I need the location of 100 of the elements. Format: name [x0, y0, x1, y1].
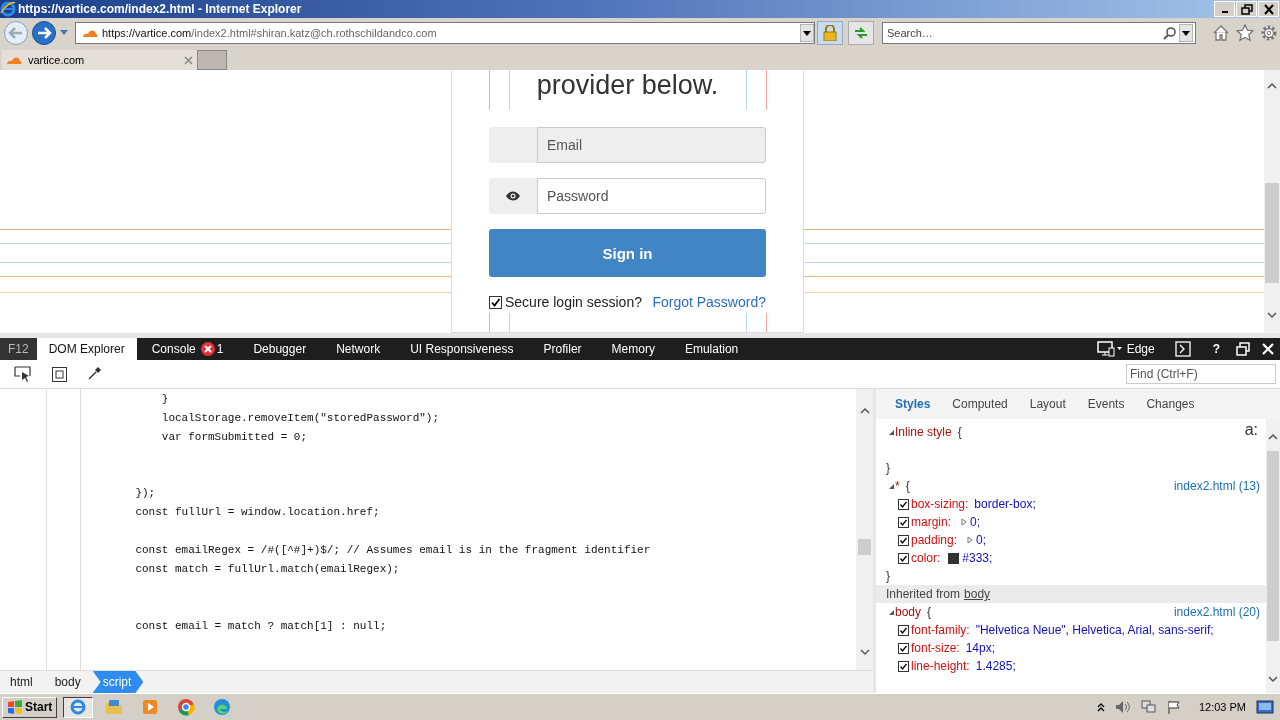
expand-triangle-icon[interactable]: [888, 428, 895, 436]
expand-triangle-icon[interactable]: [888, 608, 895, 616]
expand-triangle-icon[interactable]: [888, 482, 895, 490]
search-field[interactable]: Search…: [883, 27, 1163, 39]
browser-tab[interactable]: vartice.com: [2, 50, 197, 70]
tool-tab[interactable]: Profiler: [528, 338, 597, 360]
show-desktop-icon[interactable]: [1256, 700, 1274, 714]
speaker-icon[interactable]: [1114, 700, 1131, 714]
scroll-up-icon[interactable]: [859, 407, 870, 415]
compatibility-button[interactable]: [848, 21, 874, 45]
address-field[interactable]: https://vartice.com/index2.html#shiran.katz@ch.rothschildandco.com: [75, 22, 815, 44]
dropdown-icon[interactable]: [1179, 24, 1193, 42]
scroll-thumb[interactable]: [858, 539, 871, 555]
element-link[interactable]: body: [964, 587, 991, 601]
checkbox[interactable]: [898, 516, 909, 528]
css-selector: body: [895, 605, 922, 619]
show-password-button[interactable]: [489, 178, 537, 214]
restore-button[interactable]: [1236, 1, 1257, 17]
scroll-thumb[interactable]: [1267, 451, 1279, 641]
email-box[interactable]: Email: [537, 127, 766, 163]
tool-tab[interactable]: Debugger: [238, 338, 322, 360]
scroll-up-icon[interactable]: [1267, 82, 1277, 90]
scroll-down-icon[interactable]: [1267, 311, 1277, 319]
chrome-icon[interactable]: [177, 698, 196, 716]
state-toggle-button[interactable]: a:: [1244, 421, 1258, 439]
dropdown-icon[interactable]: [800, 24, 814, 42]
settings-icon[interactable]: [1260, 24, 1278, 42]
tool-tab[interactable]: Emulation: [669, 338, 754, 360]
window-title: https://vartice.com/index2.html - Internet Explorer: [18, 2, 303, 16]
search-box[interactable]: Search…: [882, 22, 1196, 44]
breadcrumb-item[interactable]: html: [0, 671, 45, 693]
tools-label: F12: [0, 338, 37, 360]
source-link[interactable]: index2.html (20): [1173, 605, 1266, 619]
scroll-thumb[interactable]: [1265, 183, 1279, 283]
brace: }: [885, 568, 891, 585]
scrollbar[interactable]: [1264, 70, 1280, 333]
expand-triangle-icon[interactable]: [961, 518, 967, 526]
property-name: line-height:: [911, 659, 970, 673]
star-icon[interactable]: [1236, 24, 1254, 42]
minimize-button[interactable]: [1214, 1, 1235, 17]
checkbox[interactable]: [489, 295, 502, 309]
tool-tab[interactable]: Memory: [596, 338, 670, 360]
checkbox[interactable]: [898, 534, 909, 546]
styles-tab[interactable]: Events: [1076, 397, 1136, 411]
scroll-down-icon[interactable]: [859, 648, 870, 656]
target-mode[interactable]: Edge: [1126, 342, 1155, 356]
checkbox[interactable]: [898, 642, 909, 654]
scroll-down-icon[interactable]: [1268, 675, 1278, 683]
scroll-up-icon[interactable]: [1268, 433, 1278, 441]
brace: {: [927, 605, 932, 619]
pointer-select-icon[interactable]: [14, 366, 32, 382]
tool-tab[interactable]: Console 1: [136, 338, 239, 360]
checkbox[interactable]: [898, 498, 909, 510]
restore-icon[interactable]: [1236, 342, 1250, 356]
styles-tab[interactable]: Layout: [1018, 397, 1077, 411]
checkbox[interactable]: [898, 660, 909, 672]
device-icon[interactable]: [1096, 341, 1123, 357]
code-line: const email = match ? match[1] : null;: [134, 618, 388, 634]
forgot-password-link[interactable]: Forgot Password?: [652, 294, 766, 310]
checkbox[interactable]: [898, 624, 909, 636]
property-value: 1.4285;: [975, 659, 1016, 673]
property-name: color:: [911, 551, 941, 565]
source-link[interactable]: index2.html (13): [1173, 479, 1266, 493]
cloud-icon: [82, 28, 98, 38]
browser-icon[interactable]: [69, 698, 88, 716]
network-icon[interactable]: [1140, 700, 1157, 714]
email-field[interactable]: Email: [547, 137, 756, 153]
tool-tab[interactable]: DOM Explorer: [36, 338, 137, 360]
checkbox[interactable]: [898, 552, 909, 564]
property-name: box-sizing:: [911, 497, 969, 511]
close-button[interactable]: [1258, 1, 1279, 17]
code-line: localStorage.removeItem("storedPassword");: [160, 410, 441, 426]
start-button[interactable]: Start: [2, 696, 58, 718]
password-field[interactable]: Password: [547, 188, 756, 204]
tool-tab[interactable]: Network: [321, 338, 396, 360]
forward-button[interactable]: [31, 20, 57, 46]
password-box[interactable]: Password: [537, 178, 766, 214]
styles-tab[interactable]: Changes: [1135, 397, 1206, 411]
sign-in-button[interactable]: Sign in: [489, 229, 766, 277]
chevron-up-icon[interactable]: [1096, 702, 1105, 712]
tool-tab[interactable]: UI Responsiveness: [395, 338, 529, 360]
home-icon[interactable]: [1212, 24, 1230, 42]
styles-tab[interactable]: Styles: [884, 397, 942, 411]
expand-triangle-icon[interactable]: [967, 536, 974, 544]
css-selector: Inline style: [895, 425, 952, 439]
breadcrumb-item[interactable]: body: [44, 671, 93, 693]
code-line: });: [134, 486, 157, 502]
brace: {: [957, 425, 962, 439]
styles-tab[interactable]: Computed: [941, 397, 1019, 411]
code-line: const emailRegex = /#([^#]+)$/; // Assumes email is in the fragment identifier: [134, 543, 652, 559]
console-icon[interactable]: [1174, 341, 1191, 357]
box-outline-icon[interactable]: [52, 366, 67, 382]
section-heading: Inherited from: [886, 587, 961, 601]
scrollbar[interactable]: [856, 389, 873, 670]
scrollbar[interactable]: [1266, 419, 1280, 693]
help-button[interactable]: ?: [1208, 342, 1224, 356]
flag-icon[interactable]: [1166, 700, 1181, 714]
cloud-icon: [6, 55, 22, 65]
eyedropper-icon[interactable]: [87, 367, 101, 381]
search-icon: [1163, 26, 1177, 40]
